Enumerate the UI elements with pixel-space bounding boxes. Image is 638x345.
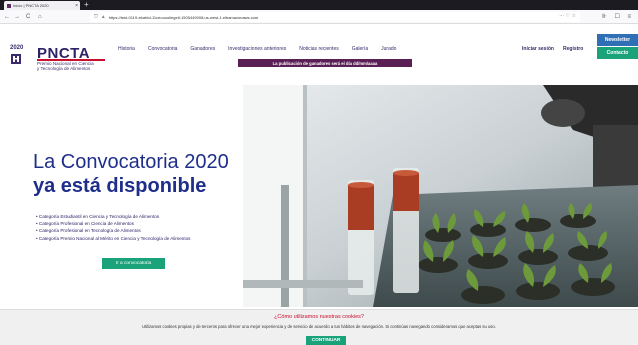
nav-item-historia[interactable]: Historia	[118, 46, 135, 52]
nav-item-convocatoria[interactable]: Convocatoria	[148, 46, 177, 52]
hero-image	[243, 85, 638, 307]
nav-item-investigaciones[interactable]: Investigaciones anteriores	[228, 46, 286, 52]
home-icon[interactable]: ⌂	[38, 13, 42, 21]
cookie-text: Utilizamos cookies propias y de terceros…	[142, 324, 496, 329]
logo-subtitle-line-2: y Tecnología de Alimentos	[37, 66, 91, 71]
hero-headline-line-2: ya está disponible	[33, 175, 207, 197]
close-tab-icon[interactable]: ×	[75, 3, 78, 9]
main-nav: Historia Convocatoria Ganadores Investig…	[118, 46, 409, 52]
hero-headline-line-1: La Convocatoria 2020	[33, 151, 229, 173]
cookie-continue-button[interactable]: CONTINUAR	[306, 336, 346, 345]
contact-button[interactable]: Contacto	[597, 47, 638, 59]
url-text: https://test-0119-ebahtd-11ceooooliegelt…	[108, 14, 259, 20]
page: Inicio | PNCTA 2020 × + ← → C ⌂ ⛉ ▲ http…	[0, 0, 638, 345]
hero-headline: La Convocatoria 2020 ya está disponible	[33, 150, 229, 198]
register-link[interactable]: Registro	[563, 46, 583, 52]
logo-emblem-icon	[11, 54, 21, 64]
login-link[interactable]: Iniciar sesión	[522, 46, 554, 52]
category-list: Categoría Estudiantil en Ciencia y Tecno…	[36, 213, 191, 242]
list-item: Categoría Profesional en Ciencia de Alim…	[36, 220, 190, 227]
logo-subtitle: Premio Nacional en Ciencia y Tecnología …	[37, 61, 94, 71]
cookie-title: ¿Cómo utilizamos nuestras cookies?	[274, 314, 364, 320]
newsletter-button[interactable]: Newsletter	[597, 34, 638, 46]
announcement-bar: La publicación de ganadores será el día …	[238, 59, 412, 67]
favicon-icon	[7, 3, 11, 8]
go-to-convocatoria-button[interactable]: Ir a convocatoria	[102, 258, 165, 269]
logo-year: 2020	[10, 45, 24, 51]
nav-item-ganadores[interactable]: Ganadores	[190, 46, 215, 52]
reload-icon[interactable]: C	[26, 13, 30, 21]
list-item: Categoría Estudiantil en Ciencia y Tecno…	[36, 213, 190, 220]
browser-toolbar: ← → C ⌂ ⛉ ▲ https://test-0119-ebahtd-11c…	[0, 10, 638, 24]
forward-icon[interactable]: →	[14, 13, 20, 21]
browser-tab-bar: Inicio | PNCTA 2020 × +	[0, 0, 638, 10]
list-item: Categoría Premio Nacional al Mérito en C…	[36, 235, 191, 242]
list-item: Categoría Profesional en Tecnología de A…	[36, 227, 190, 234]
nav-item-jurado[interactable]: Jurado	[381, 46, 396, 52]
lock-icon: ▲	[100, 14, 106, 20]
page-actions-icon[interactable]: ··· ♡ ☆	[559, 13, 576, 19]
new-tab-button[interactable]: +	[84, 0, 89, 10]
tab-title: Inicio | PNCTA 2020	[13, 3, 49, 8]
nav-item-noticias[interactable]: Noticias recientes	[299, 46, 338, 52]
browser-tab[interactable]: Inicio | PNCTA 2020 ×	[4, 1, 80, 10]
nav-item-galeria[interactable]: Galería	[352, 46, 368, 52]
toolbar-icons[interactable]: ⊪ ☐ ≡	[602, 13, 634, 20]
back-icon[interactable]: ←	[4, 13, 10, 21]
cookie-banner: ¿Cómo utilizamos nuestras cookies? Utili…	[0, 309, 638, 345]
shield-icon: ⛉	[94, 14, 98, 20]
address-bar[interactable]: ⛉ ▲ https://test-0119-ebahtd-11ceoooolie…	[90, 12, 580, 22]
